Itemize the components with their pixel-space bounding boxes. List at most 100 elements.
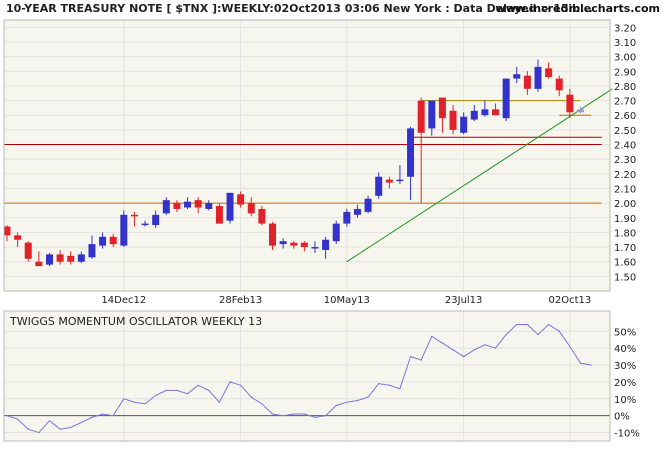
candle-body xyxy=(35,261,43,267)
oscillator-y-tick-label: 0% xyxy=(614,412,630,423)
oscillator-point xyxy=(409,355,412,358)
candle-body xyxy=(56,254,64,262)
oscillator-point xyxy=(558,330,560,332)
candle-body xyxy=(120,214,128,246)
price-x-tick-label: 02Oct13 xyxy=(548,295,591,306)
candle-body xyxy=(364,198,372,212)
oscillator-point xyxy=(282,415,284,417)
candle-body xyxy=(269,223,276,246)
candle-body xyxy=(449,110,457,130)
oscillator-y-tick-label: 40% xyxy=(614,344,636,355)
candle-body xyxy=(417,100,425,133)
candle-body xyxy=(45,254,53,265)
oscillator-point xyxy=(271,413,274,415)
candle-body xyxy=(332,223,340,242)
price-x-axis: 14Dec12 28Feb13 10May13 23Jul13 02Oct13 xyxy=(101,295,591,306)
site-link[interactable]: www.incrediblecharts.com xyxy=(496,2,660,15)
candle-body xyxy=(492,109,500,116)
oscillator-point xyxy=(346,401,348,403)
oscillator-point xyxy=(516,323,518,326)
oscillator-point xyxy=(463,355,465,358)
candle-body xyxy=(322,239,330,250)
candle-body xyxy=(513,74,521,79)
oscillator-y-tick-label: 20% xyxy=(614,378,636,389)
price-y-tick-label: 2.60 xyxy=(614,111,636,122)
oscillator-point xyxy=(80,421,82,424)
candle-body xyxy=(470,110,478,120)
candle-body xyxy=(385,179,393,183)
candle-body xyxy=(77,254,85,262)
price-y-tick-label: 2.00 xyxy=(614,199,636,210)
oscillator-panel: -10% 0% 10% 20% 30% 40% 50% TWIGGS MOMENTUM OS… xyxy=(3,310,640,442)
oscillator-y-tick-label: 10% xyxy=(614,395,636,406)
oscillator-point xyxy=(17,418,19,420)
oscillator-point xyxy=(590,364,592,366)
oscillator-point xyxy=(38,431,40,434)
oscillator-point xyxy=(197,384,199,386)
price-y-tick-label: 2.50 xyxy=(614,126,636,137)
candle-body xyxy=(258,208,266,224)
oscillator-point xyxy=(484,344,486,346)
candle-body xyxy=(194,200,202,208)
oscillator-title: TWIGGS MOMENTUM OSCILLATOR WEEKLY 13 xyxy=(9,315,262,328)
price-y-axis: 1.50 1.60 1.70 1.80 1.90 2.00 2.10 2.20 2.30 2.40… xyxy=(614,23,636,283)
candle-body xyxy=(14,235,22,240)
oscillator-y-tick-label: -10% xyxy=(614,429,640,440)
candle-body xyxy=(3,226,11,236)
candle-body xyxy=(205,203,213,209)
oscillator-point xyxy=(176,389,178,391)
oscillator-point xyxy=(250,396,252,398)
candle-body xyxy=(460,116,468,133)
price-y-tick-label: 2.90 xyxy=(614,67,636,78)
oscillator-point xyxy=(123,398,125,400)
candle-body xyxy=(428,100,436,129)
oscillator-point xyxy=(420,359,422,361)
price-y-tick-label: 1.50 xyxy=(614,272,636,283)
price-x-tick-label: 10May13 xyxy=(324,295,370,306)
candle-body xyxy=(353,208,361,215)
oscillator-point xyxy=(144,403,146,405)
oscillator-point xyxy=(579,362,582,364)
candle-body xyxy=(152,214,160,226)
oscillator-point xyxy=(569,345,571,348)
oscillator-point xyxy=(70,426,72,429)
candle-body xyxy=(343,211,351,224)
oscillator-y-tick-label: 50% xyxy=(614,327,636,338)
oscillator-point xyxy=(399,388,401,390)
oscillator-y-tick-label: 30% xyxy=(614,361,636,372)
oscillator-point xyxy=(155,394,157,397)
oscillator-point xyxy=(240,384,242,386)
price-y-tick-label: 1.70 xyxy=(614,243,636,254)
candle-body xyxy=(438,97,446,119)
oscillator-point xyxy=(526,323,528,326)
oscillator-point xyxy=(505,334,507,336)
oscillator-point xyxy=(431,335,433,337)
oscillator-point xyxy=(91,416,93,418)
chart-root: 10-YEAR TREASURY NOTE [ $TNX ]:WEEKLY:02… xyxy=(3,2,660,442)
oscillator-point xyxy=(208,389,210,391)
candle-body xyxy=(375,176,383,196)
price-panel: 1.50 1.60 1.70 1.80 1.90 2.00 2.10 2.20 2.30 2.40… xyxy=(3,19,636,306)
oscillator-point xyxy=(48,420,51,422)
oscillator-point xyxy=(229,381,231,383)
price-y-tick-label: 2.20 xyxy=(614,170,636,181)
candle-body xyxy=(311,247,319,249)
candle-body xyxy=(109,236,117,245)
oscillator-point xyxy=(367,396,369,398)
candle-body xyxy=(576,109,584,113)
oscillator-point xyxy=(293,413,295,415)
oscillator-point xyxy=(6,415,8,417)
oscillator-point xyxy=(314,416,316,418)
oscillator-point xyxy=(494,347,497,349)
price-x-tick-label: 23Jul13 xyxy=(445,295,483,306)
oscillator-point xyxy=(388,384,390,386)
candle-body xyxy=(130,214,138,217)
oscillator-point xyxy=(27,428,29,430)
candle-body xyxy=(67,255,75,262)
candle-body xyxy=(215,206,223,224)
oscillator-point xyxy=(261,403,263,405)
candle-body xyxy=(566,94,574,113)
oscillator-point xyxy=(186,393,189,395)
candle-body xyxy=(555,78,563,91)
price-y-tick-label: 2.10 xyxy=(614,184,636,195)
